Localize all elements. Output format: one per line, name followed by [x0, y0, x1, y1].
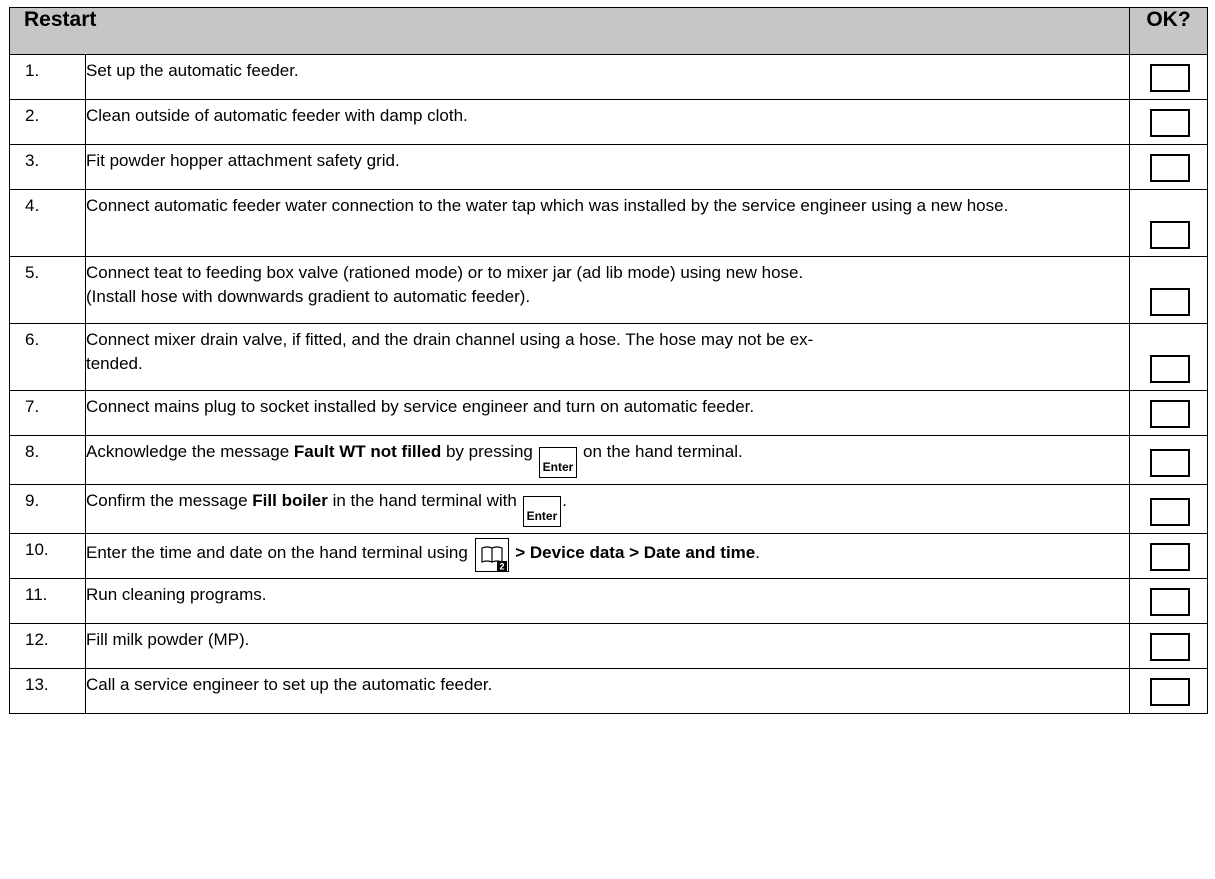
ok-checkbox[interactable] [1150, 109, 1190, 137]
step-number: 3. [9, 144, 86, 190]
ok-checkbox[interactable] [1150, 449, 1190, 477]
ok-checkbox[interactable] [1150, 154, 1190, 182]
step-text: Connect automatic feeder water connectio… [85, 189, 1130, 257]
table-row: 1. Set up the automatic feeder. [9, 54, 1208, 100]
step-text: Connect mains plug to socket installed b… [85, 390, 1130, 436]
ok-checkbox[interactable] [1150, 633, 1190, 661]
step-number: 12. [9, 623, 86, 669]
step-text: Set up the automatic feeder. [85, 54, 1130, 100]
table-row: 6. Connect mixer drain valve, if fitted,… [9, 323, 1208, 391]
icon-badge: 2 [499, 562, 504, 572]
step-text: Call a service engineer to set up the au… [85, 668, 1130, 714]
ok-checkbox[interactable] [1150, 221, 1190, 249]
table-row: 9. Confirm the message Fill boiler in th… [9, 484, 1208, 534]
ok-checkbox[interactable] [1150, 678, 1190, 706]
table-row: 10. Enter the time and date on the hand … [9, 533, 1208, 579]
step-text: Clean outside of automatic feeder with d… [85, 99, 1130, 145]
table-title: Restart [9, 7, 1130, 55]
step-number: 1. [9, 54, 86, 100]
table-row: 4. Connect automatic feeder water connec… [9, 189, 1208, 257]
table-header-row: Restart OK? [9, 7, 1208, 55]
ok-checkbox[interactable] [1150, 355, 1190, 383]
restart-checklist-table: Restart OK? 1. Set up the automatic feed… [9, 7, 1208, 714]
menu-book-icon: 2 [474, 538, 509, 572]
step-number: 4. [9, 189, 86, 257]
step-number: 13. [9, 668, 86, 714]
step-text: Fill milk powder (MP). [85, 623, 1130, 669]
step-text-line-2: (Install hose with downwards gradient to… [86, 287, 531, 306]
table-row: 2. Clean outside of automatic feeder wit… [9, 99, 1208, 145]
step-number: 10. [9, 533, 86, 579]
step-number: 5. [9, 256, 86, 324]
menu-path: > Device data > Date and time [510, 543, 756, 562]
step-number: 7. [9, 390, 86, 436]
step-text-line-1: Connect teat to feeding box valve (ratio… [86, 263, 804, 282]
table-row: 11. Run cleaning programs. [9, 578, 1208, 624]
ok-checkbox[interactable] [1150, 588, 1190, 616]
step-number: 11. [9, 578, 86, 624]
step-text: Connect mixer drain valve, if fitted, an… [85, 323, 1130, 391]
enter-key: Enter [522, 496, 562, 527]
table-row: 12. Fill milk powder (MP). [9, 623, 1208, 669]
enter-key: Enter [538, 447, 578, 478]
step-number: 8. [9, 435, 86, 485]
step-text: Acknowledge the message Fault WT not fil… [85, 435, 1130, 485]
ok-checkbox[interactable] [1150, 64, 1190, 92]
step-number: 9. [9, 484, 86, 534]
ok-checkbox[interactable] [1150, 498, 1190, 526]
table-row: 5. Connect teat to feeding box valve (ra… [9, 256, 1208, 324]
table-row: 7. Connect mains plug to socket installe… [9, 390, 1208, 436]
table-row: 3. Fit powder hopper attachment safety g… [9, 144, 1208, 190]
table-row: 8. Acknowledge the message Fault WT not … [9, 435, 1208, 485]
table-row: 13. Call a service engineer to set up th… [9, 668, 1208, 714]
step-number: 2. [9, 99, 86, 145]
message-name: Fill boiler [252, 491, 328, 510]
step-text: Confirm the message Fill boiler in the h… [85, 484, 1130, 534]
step-text: Enter the time and date on the hand term… [85, 533, 1130, 579]
step-number: 6. [9, 323, 86, 391]
ok-checkbox[interactable] [1150, 288, 1190, 316]
step-text: Fit powder hopper attachment safety grid… [85, 144, 1130, 190]
message-name: Fault WT not filled [293, 442, 442, 461]
step-text: Run cleaning programs. [85, 578, 1130, 624]
ok-column-header: OK? [1129, 7, 1208, 55]
step-text: Connect teat to feeding box valve (ratio… [85, 256, 1130, 324]
ok-checkbox[interactable] [1150, 400, 1190, 428]
ok-checkbox[interactable] [1150, 543, 1190, 571]
